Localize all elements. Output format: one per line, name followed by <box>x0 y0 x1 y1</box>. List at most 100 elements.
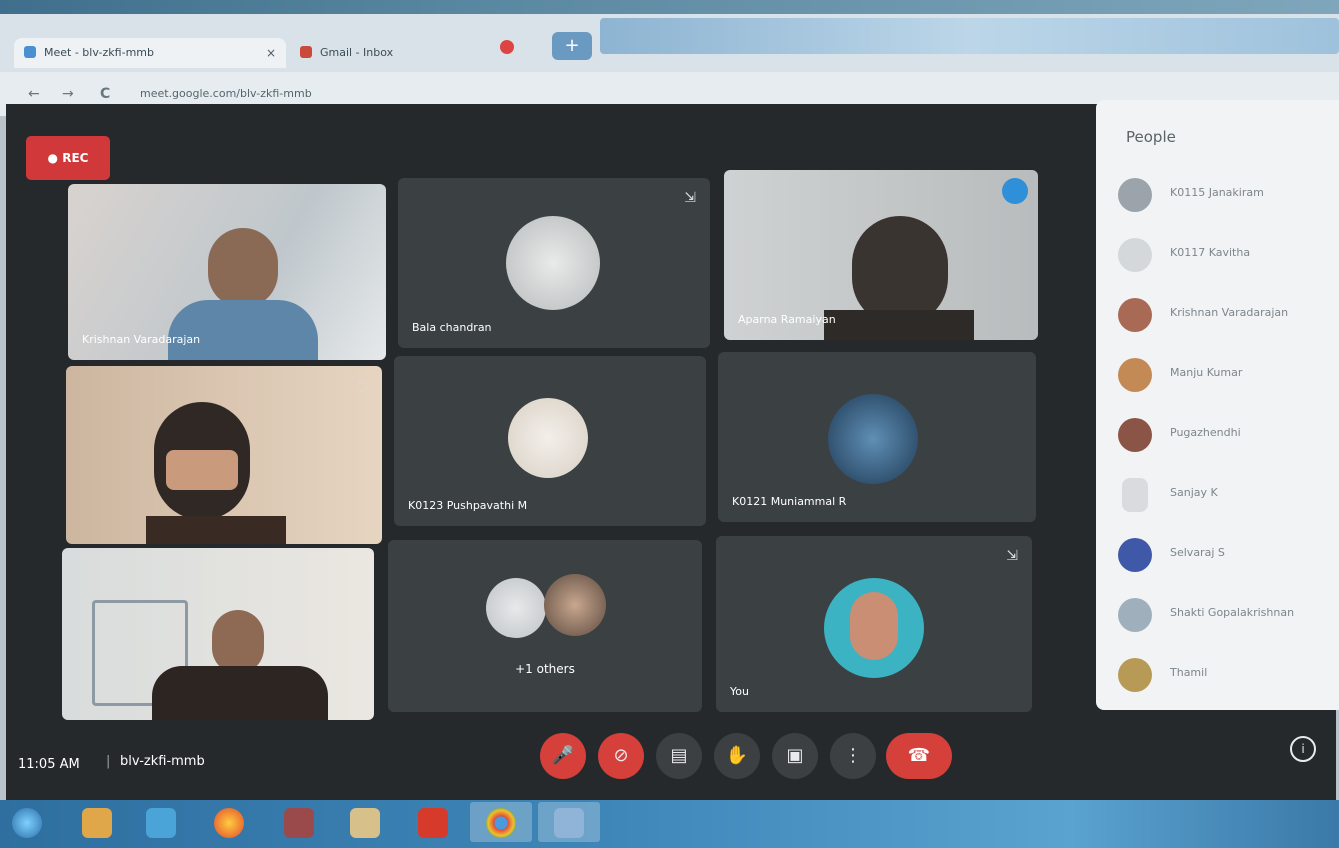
avatar <box>1118 178 1152 212</box>
taskbar-app-icon[interactable] <box>284 808 314 838</box>
recording-indicator-icon <box>500 40 514 54</box>
recording-badge: ● REC <box>26 136 110 180</box>
close-tab-icon[interactable]: × <box>266 38 276 68</box>
meeting-code: blv-zkfi-mmb <box>120 754 205 769</box>
folder-icon[interactable] <box>350 808 380 838</box>
forward-button[interactable]: → <box>62 86 74 102</box>
others-count: +1 others <box>515 662 575 676</box>
people-list-item[interactable]: K0117 Kavitha <box>1118 236 1333 276</box>
avatar <box>1122 478 1148 512</box>
meeting-info-button[interactable]: i <box>1290 736 1316 762</box>
firefox-icon[interactable] <box>214 808 244 838</box>
video-tile[interactable]: ⇲ Bala chandran <box>398 178 710 348</box>
avatar <box>1118 298 1152 332</box>
os-taskbar <box>0 800 1339 848</box>
browser-tab-gmail[interactable]: Gmail - Inbox <box>290 38 490 68</box>
participant-avatar <box>506 216 600 310</box>
leave-call-button[interactable]: ☎ <box>886 733 952 779</box>
participant-video <box>152 666 328 720</box>
url-field[interactable]: meet.google.com/blv-zkfi-mmb <box>140 84 500 104</box>
rec-label: REC <box>62 151 89 165</box>
present-button[interactable]: ▣ <box>772 733 818 779</box>
people-list-item[interactable]: Shakti Gopalakrishnan <box>1118 596 1333 636</box>
participant-video <box>168 300 318 360</box>
desktop-top-strip <box>0 0 1339 14</box>
tab-label: Gmail - Inbox <box>320 46 394 59</box>
browser-tab-meet[interactable]: Meet - blv-zkfi-mmb × <box>14 38 286 68</box>
person-name: Sanjay K <box>1170 486 1218 499</box>
video-tile[interactable]: K0123 Pushpavathi M <box>394 356 706 526</box>
avatar <box>1118 418 1152 452</box>
chrome-icon[interactable] <box>486 808 516 838</box>
people-list-item[interactable]: K0115 Janakiram <box>1118 176 1333 216</box>
tab-strip-background <box>600 18 1339 54</box>
avatar <box>1118 538 1152 572</box>
people-list-item[interactable]: Pugazhendhi <box>1118 416 1333 456</box>
person-name: Manju Kumar <box>1170 366 1243 379</box>
participant-video <box>208 228 278 308</box>
pin-icon[interactable]: ⇲ <box>684 190 696 206</box>
people-list-item[interactable]: Manju Kumar <box>1118 356 1333 396</box>
participant-video <box>824 310 974 340</box>
taskbar-app-icon[interactable] <box>82 808 112 838</box>
person-name: Pugazhendhi <box>1170 426 1241 439</box>
mic-off-button[interactable]: 🎤 <box>540 733 586 779</box>
meeting-clock: 11:05 AM <box>18 757 80 772</box>
participant-video <box>146 516 286 544</box>
pdf-reader-icon[interactable] <box>418 808 448 838</box>
video-tile[interactable]: +1 others <box>388 540 702 712</box>
avatar <box>1118 358 1152 392</box>
video-tile[interactable] <box>62 548 374 720</box>
people-list-item[interactable]: Krishnan Varadarajan <box>1118 296 1333 336</box>
participant-name: K0121 Muniammal R <box>732 495 847 508</box>
pin-icon[interactable]: ⇲ <box>1006 548 1018 564</box>
participant-name: Krishnan Varadarajan <box>82 333 201 346</box>
participant-avatar <box>850 592 898 660</box>
participant-name: Aparna Ramaiyan <box>738 313 836 326</box>
people-panel: People K0115 Janakiram K0117 Kavitha Kri… <box>1096 100 1339 710</box>
participant-avatar <box>828 394 918 484</box>
raise-hand-button[interactable]: ✋ <box>714 733 760 779</box>
person-name: Selvaraj S <box>1170 546 1225 559</box>
people-list-item[interactable]: Sanjay K <box>1118 476 1333 516</box>
back-button[interactable]: ← <box>28 86 40 102</box>
participant-name: Bala chandran <box>412 321 492 334</box>
camera-off-button[interactable]: ⊘ <box>598 733 644 779</box>
start-button-icon[interactable] <box>12 808 42 838</box>
person-name: K0115 Janakiram <box>1170 186 1264 199</box>
video-tile[interactable]: K0121 Muniammal R <box>718 352 1036 522</box>
video-tile[interactable]: ◌ <box>66 366 382 544</box>
meet-favicon-icon <box>24 46 36 58</box>
person-name: Krishnan Varadarajan <box>1170 306 1289 319</box>
participant-avatar <box>486 578 546 638</box>
video-tile[interactable]: Aparna Ramaiyan <box>724 170 1038 340</box>
video-tile[interactable]: Krishnan Varadarajan <box>68 184 386 360</box>
reload-button[interactable]: C <box>100 86 110 102</box>
video-tile[interactable]: ⇲ You <box>716 536 1032 712</box>
avatar <box>1118 238 1152 272</box>
gmail-favicon-icon <box>300 46 312 58</box>
taskbar-app-icon[interactable] <box>146 808 176 838</box>
participant-video <box>212 610 264 674</box>
people-list-item[interactable]: Thamil <box>1118 656 1333 696</box>
avatar <box>1118 598 1152 632</box>
people-list-item[interactable]: Selvaraj S <box>1118 536 1333 576</box>
pin-icon[interactable]: ◌ <box>356 378 368 394</box>
participant-avatar <box>508 398 588 478</box>
participant-name: K0123 Pushpavathi M <box>408 499 528 512</box>
speaking-indicator-icon <box>1002 178 1028 204</box>
person-name: Shakti Gopalakrishnan <box>1170 606 1295 619</box>
person-name: K0117 Kavitha <box>1170 246 1251 259</box>
more-options-button[interactable]: ⋮ <box>830 733 876 779</box>
participant-name: You <box>730 685 749 698</box>
taskbar-app-icon[interactable] <box>554 808 584 838</box>
new-tab-button[interactable]: + <box>552 32 592 60</box>
divider: | <box>106 754 111 769</box>
participant-avatar <box>544 574 606 636</box>
captions-button[interactable]: ▤ <box>656 733 702 779</box>
person-name: Thamil <box>1170 666 1208 679</box>
participant-video <box>166 450 238 490</box>
people-panel-title: People <box>1126 128 1176 146</box>
avatar <box>1118 658 1152 692</box>
tab-label: Meet - blv-zkfi-mmb <box>44 46 154 59</box>
